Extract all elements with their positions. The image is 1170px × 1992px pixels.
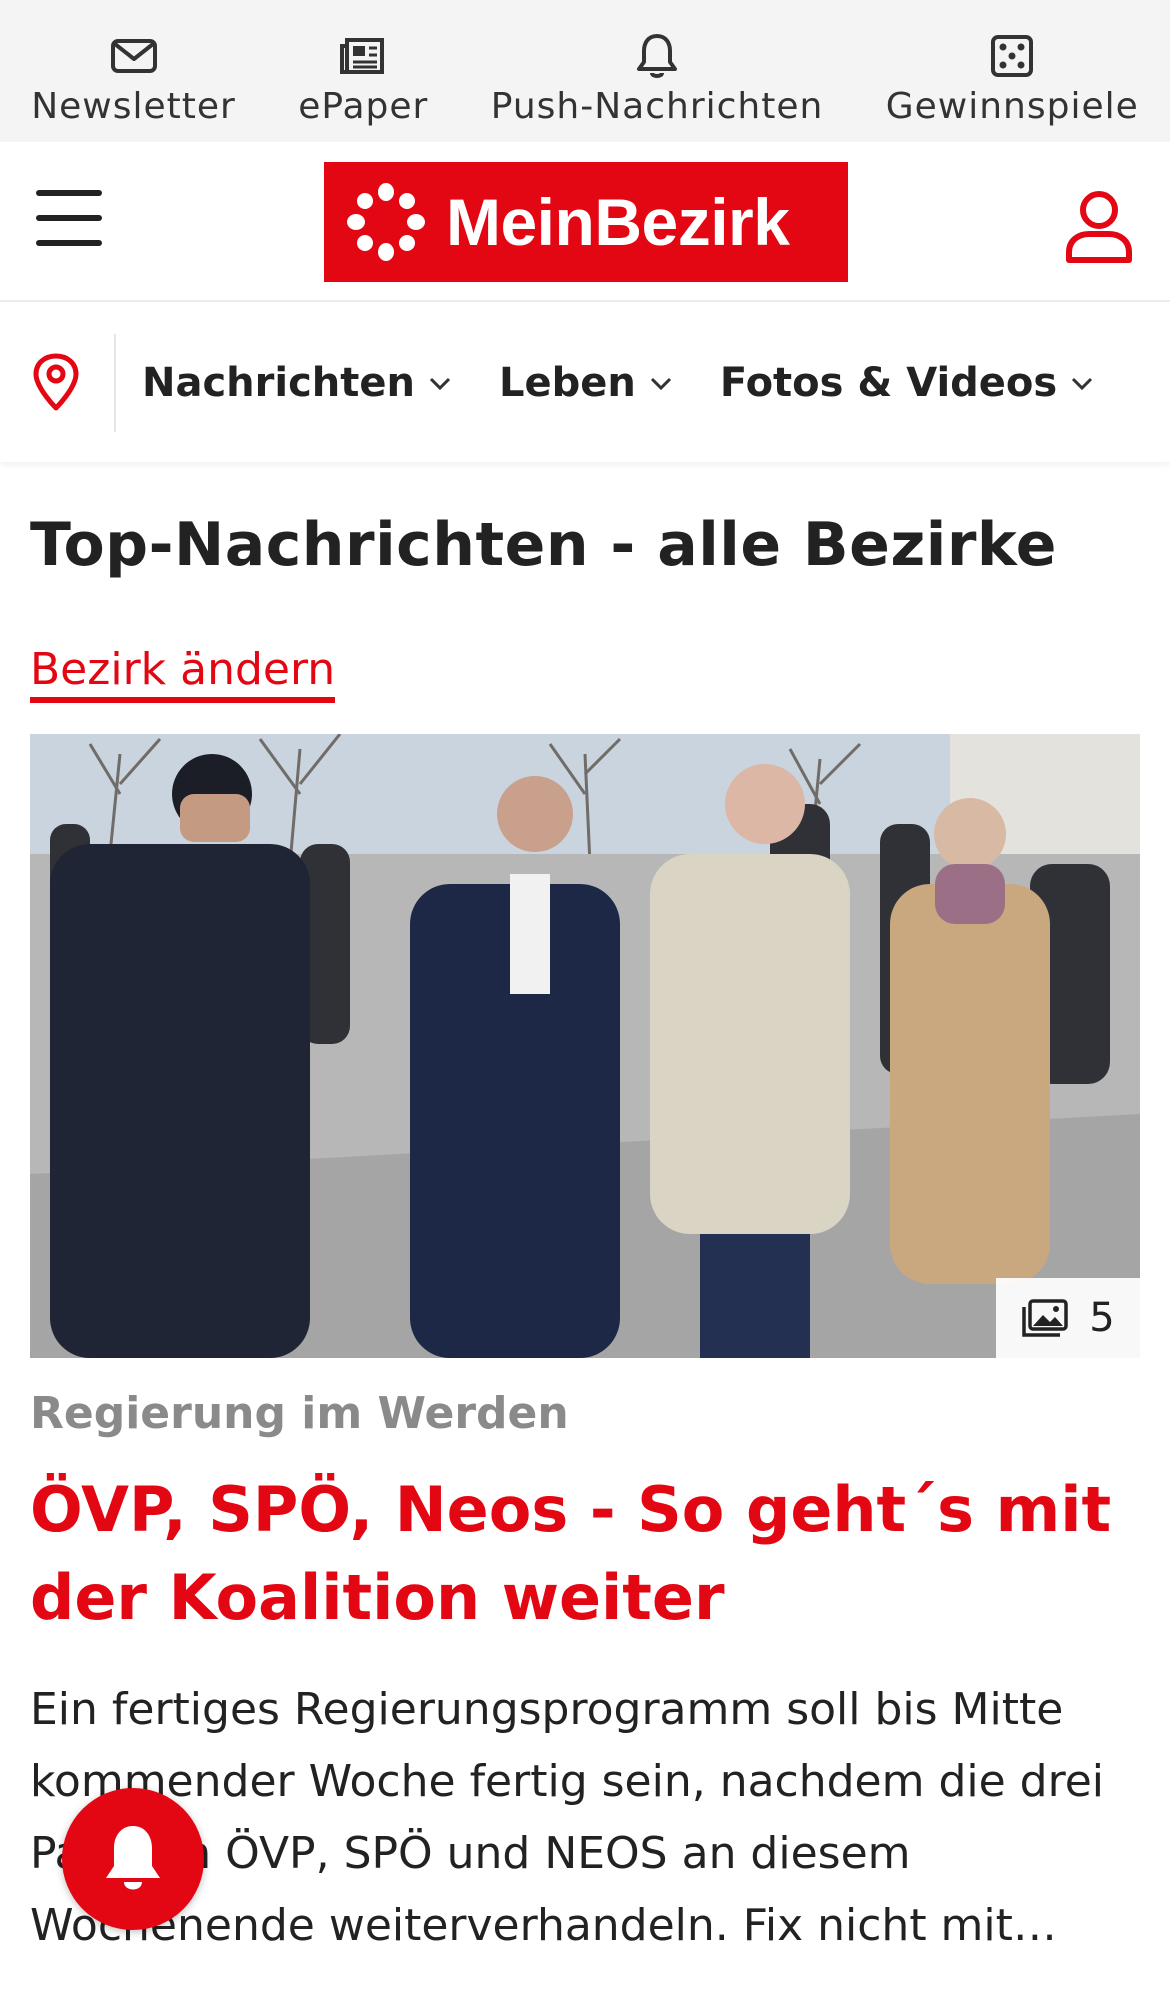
main-nav: Nachrichten Leben Fotos & Videos	[0, 304, 1170, 462]
chevron-down-icon	[1072, 377, 1093, 391]
push-subscribe-button[interactable]	[62, 1788, 204, 1930]
change-district-link[interactable]: Bezirk ändern	[30, 644, 336, 703]
bell-icon	[637, 34, 678, 78]
nav-divider	[114, 334, 116, 432]
images-icon	[1022, 1299, 1069, 1337]
nav-item-label: Fotos & Videos	[719, 360, 1058, 406]
nav-item-nachrichten[interactable]: Nachrichten	[142, 360, 453, 406]
push-notifications-link[interactable]: Push-Nachrichten	[491, 30, 824, 127]
contests-label: Gewinnspiele	[885, 86, 1139, 127]
dice-icon	[991, 35, 1034, 77]
menu-icon[interactable]	[36, 190, 102, 246]
page-title: Top-Nachrichten - alle Bezirke	[30, 510, 1057, 580]
article-image[interactable]: 5	[30, 734, 1140, 1358]
nav-item-fotos-videos[interactable]: Fotos & Videos	[720, 360, 1095, 406]
newsletter-label: Newsletter	[31, 86, 236, 127]
chevron-down-icon	[650, 377, 671, 391]
site-logo[interactable]: MeinBezirk	[324, 162, 848, 282]
contests-link[interactable]: Gewinnspiele	[886, 30, 1139, 127]
gallery-count-badge[interactable]: 5	[996, 1278, 1140, 1358]
article-photo	[30, 734, 1140, 1358]
gallery-count: 5	[1089, 1295, 1115, 1341]
newspaper-icon	[340, 38, 385, 74]
article-title[interactable]: ÖVP, SPÖ, Neos - So geht´s mit der Koali…	[30, 1466, 1130, 1642]
logo-text: MeinBezirk	[446, 185, 790, 259]
bell-icon	[106, 1826, 160, 1890]
epaper-label: ePaper	[298, 86, 429, 127]
nav-item-leben[interactable]: Leben	[499, 360, 674, 406]
location-pin-icon[interactable]	[30, 352, 82, 412]
article-lead: Ein fertiges Regierungsprogramm soll bis…	[30, 1684, 1105, 1951]
site-header: MeinBezirk	[0, 142, 1170, 302]
push-notifications-label: Push-Nachrichten	[490, 86, 824, 127]
user-icon[interactable]	[1064, 188, 1134, 264]
nav-item-label: Nachrichten	[142, 360, 416, 406]
logo-sun-icon	[347, 183, 425, 261]
nav-item-label: Leben	[499, 360, 636, 406]
article-kicker: Regierung im Werden	[30, 1388, 569, 1439]
mail-icon	[110, 39, 157, 73]
chevron-down-icon	[429, 377, 451, 391]
utility-bar: Newsletter ePaper Push-Nachrichten Gewin…	[0, 0, 1170, 142]
epaper-link[interactable]: ePaper	[298, 30, 428, 127]
newsletter-link[interactable]: Newsletter	[31, 30, 236, 127]
